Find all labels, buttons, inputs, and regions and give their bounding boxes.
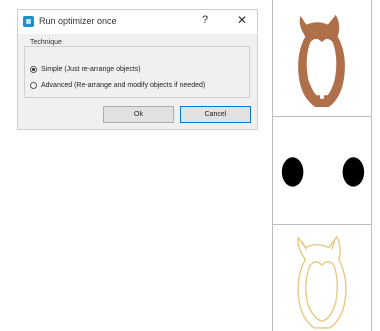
radio-simple[interactable] <box>30 66 37 73</box>
technique-group-label: Technique <box>28 39 64 46</box>
dialog-title: Run optimizer once <box>39 16 117 26</box>
radio-advanced-label: Advanced (Re-arrange and modify objects … <box>41 82 206 89</box>
radio-simple-label: Simple (Just re-arrange objects) <box>41 66 141 73</box>
help-button[interactable]: ? <box>202 14 208 26</box>
owl-filled-image <box>298 14 345 108</box>
radio-advanced[interactable] <box>30 82 37 89</box>
preview-column <box>272 0 372 331</box>
cancel-button[interactable]: Cancel <box>180 106 251 123</box>
dialog-titlebar: Run optimizer once ? ✕ <box>18 10 257 34</box>
radio-option-simple[interactable]: Simple (Just re-arrange objects) <box>30 66 141 73</box>
radio-option-advanced[interactable]: Advanced (Re-arrange and modify objects … <box>30 82 205 89</box>
eyes-image <box>281 157 365 187</box>
optimizer-dialog: Run optimizer once ? ✕ Technique Simple … <box>17 9 258 130</box>
ok-button[interactable]: Ok <box>103 106 174 123</box>
app-icon <box>23 16 34 27</box>
close-icon[interactable]: ✕ <box>237 13 247 27</box>
owl-outline-image <box>297 235 347 329</box>
